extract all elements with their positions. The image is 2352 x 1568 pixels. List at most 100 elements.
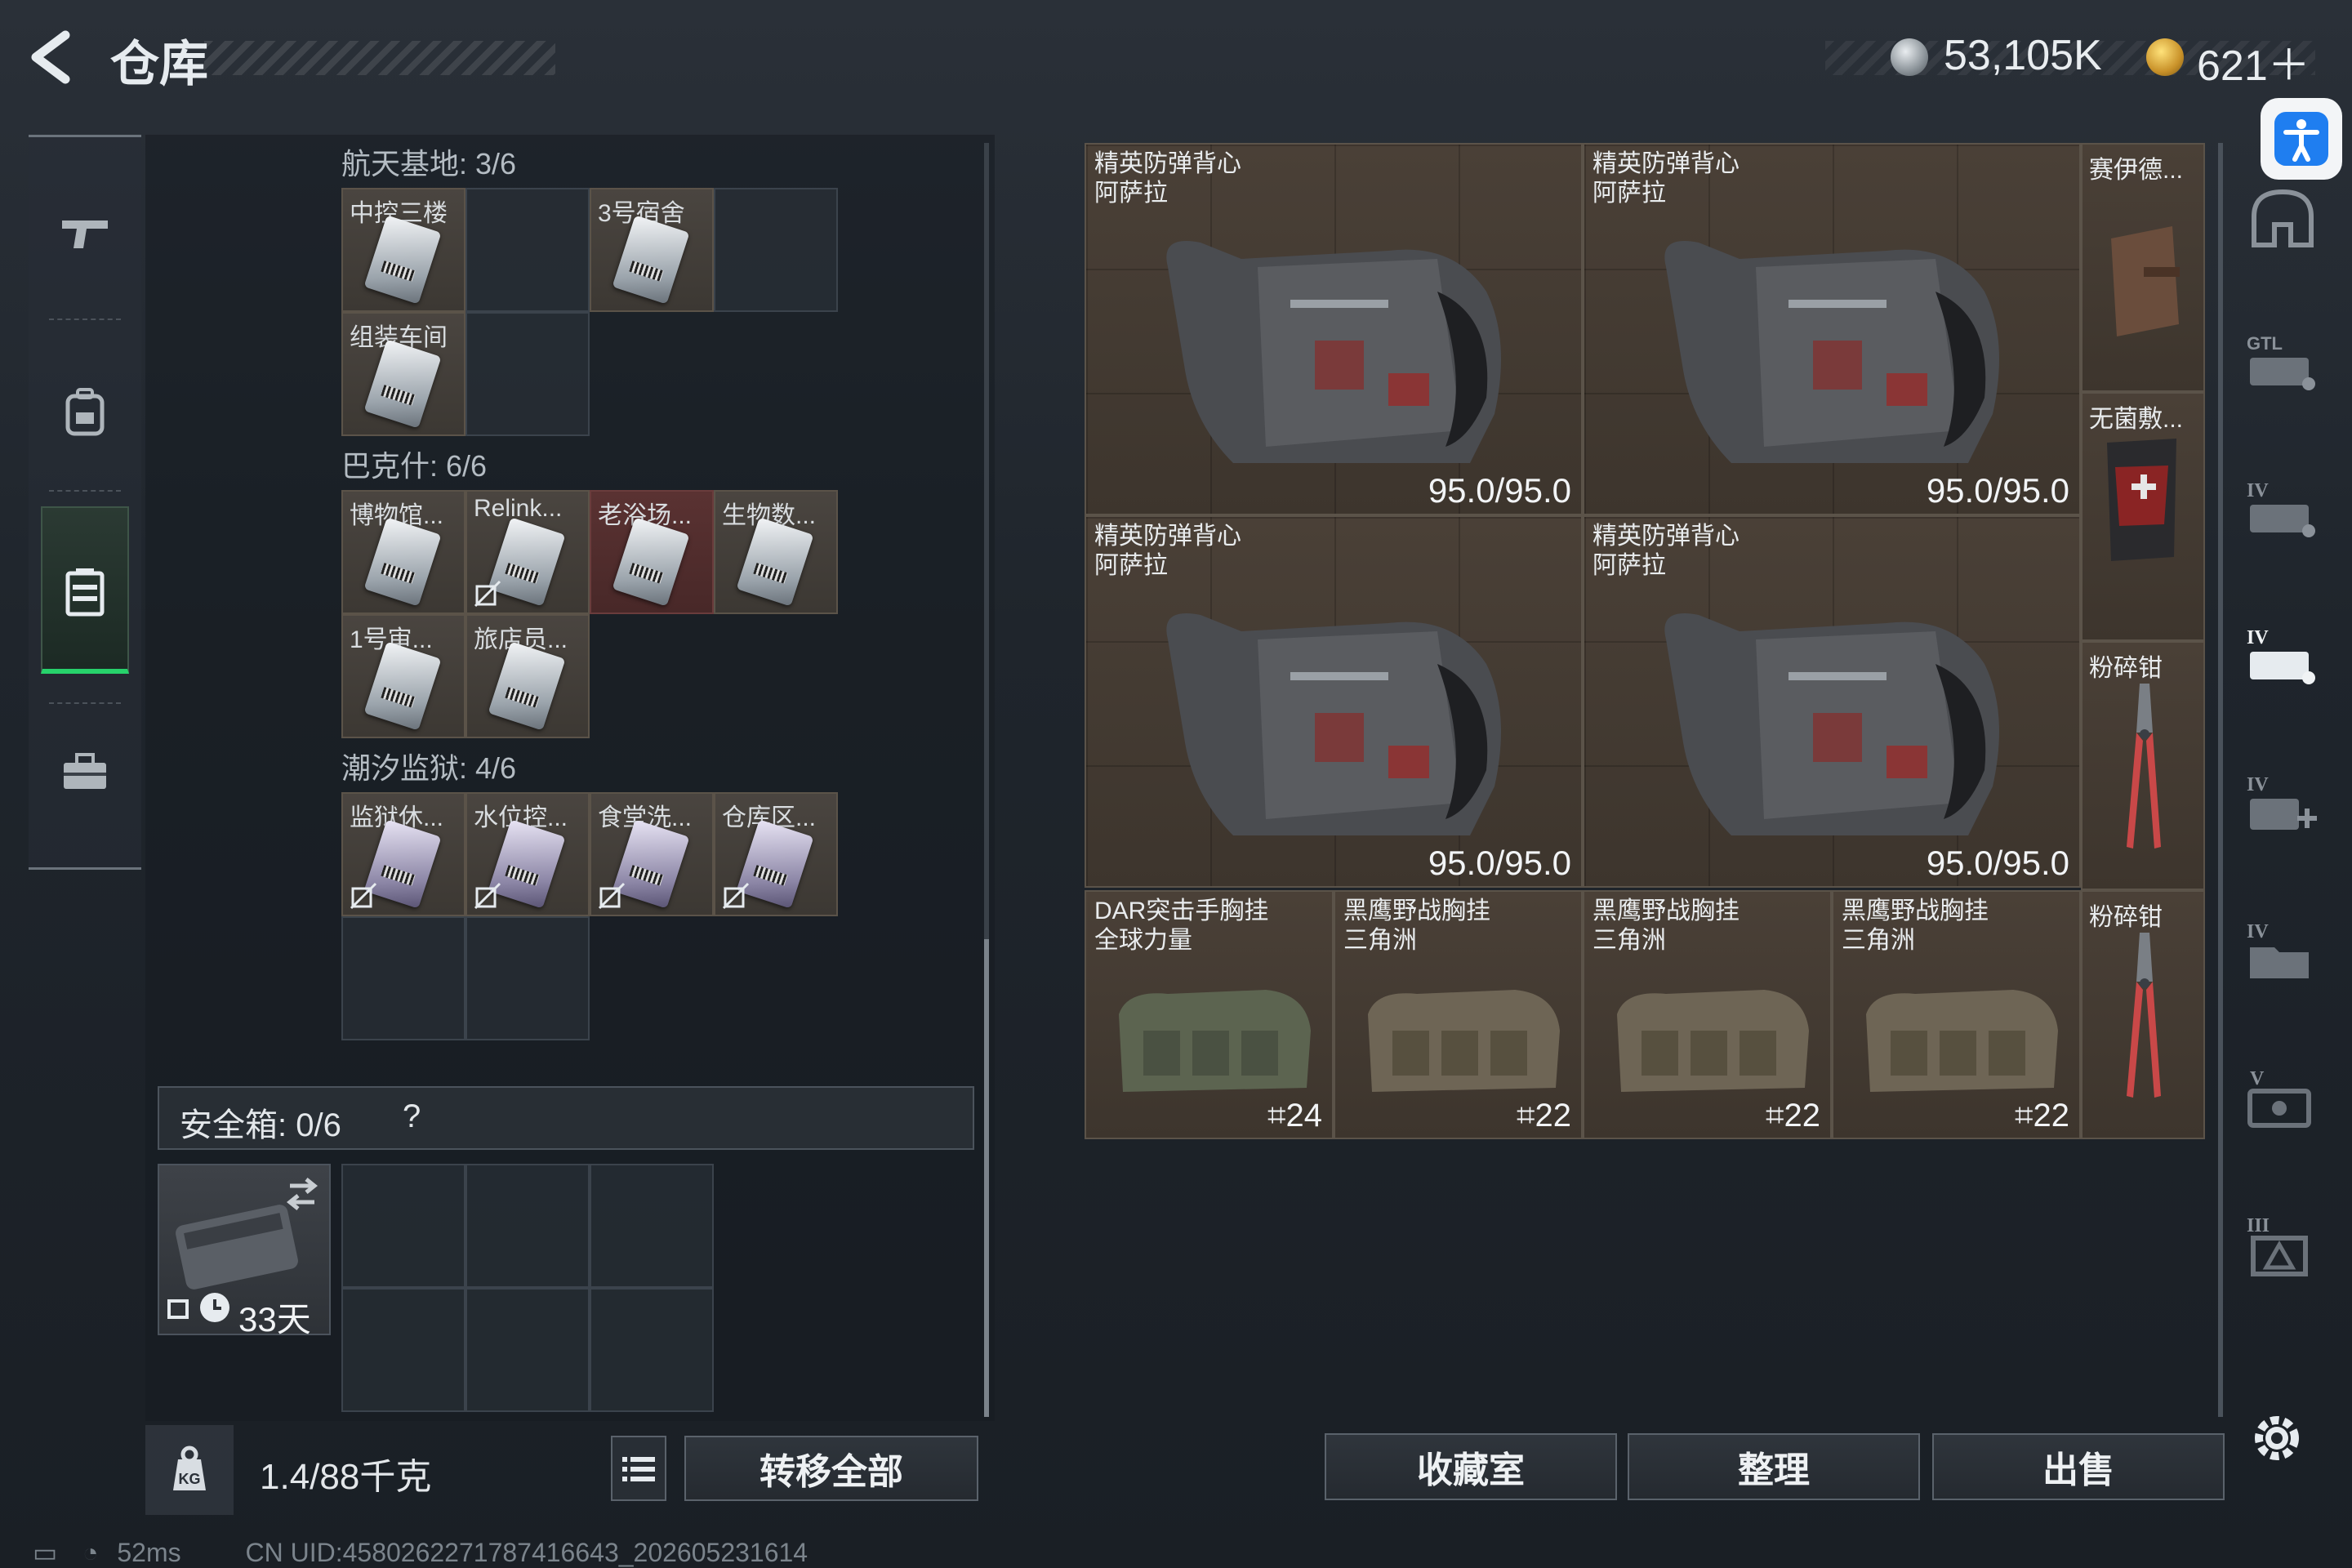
item-chest-rig[interactable]: 黑鹰野战胸挂 三角洲 ⌗22 — [1334, 890, 1583, 1139]
item-origin: 三角洲 — [1592, 927, 1666, 954]
sterile-dressing-icon — [2107, 439, 2176, 561]
grid-capacity-icon: ⌗ — [1267, 1098, 1286, 1134]
wifi-icon: ◔ — [82, 1538, 99, 1567]
safe-slot[interactable] — [590, 1164, 714, 1288]
category-tab-gtl[interactable]: GTL — [2242, 327, 2323, 400]
gear-icon[interactable] — [2247, 1409, 2306, 1468]
item-small[interactable]: 粉碎钳 — [2081, 641, 2205, 890]
page-title: 仓库 — [110, 37, 208, 91]
currency-gold-amount[interactable]: 621＋ — [2197, 31, 2310, 92]
nav-item-toolbox[interactable] — [41, 694, 129, 849]
weight-indicator: KG — [145, 1425, 234, 1515]
item-vest[interactable]: 精英防弹背心 阿萨拉 95.0/95.0 — [1085, 515, 1583, 888]
item-chest-rig[interactable]: DAR突击手胸挂 全球力量 ⌗24 — [1085, 890, 1334, 1139]
svg-text:V: V — [2250, 1068, 2265, 1089]
list-view-button[interactable] — [611, 1436, 666, 1501]
item-durability: 95.0/95.0 — [1926, 471, 2069, 510]
sell-button[interactable]: 出售 — [1932, 1433, 2225, 1500]
category-tab-v[interactable]: V — [2242, 1062, 2323, 1135]
battery-icon: ▭ — [33, 1538, 58, 1567]
armor-vest-icon — [1664, 613, 1999, 835]
nav-item-weapons[interactable] — [41, 155, 129, 310]
nav-item-backpack[interactable] — [41, 335, 129, 490]
safe-slot[interactable] — [466, 1288, 590, 1412]
category-tab-iv[interactable]: IV — [2242, 474, 2323, 547]
keycard-slot[interactable]: 1号审... — [341, 614, 466, 738]
collection-room-button[interactable]: 收藏室 — [1325, 1433, 1617, 1500]
item-name: 黑鹰野战胸挂 — [1842, 898, 1989, 924]
nav-item-storage[interactable] — [41, 514, 129, 670]
iv-case-active-icon: IV — [2247, 627, 2315, 684]
left-scrollbar-thumb[interactable] — [984, 939, 989, 1417]
keycard-slot[interactable] — [466, 312, 590, 436]
silver-coin-icon — [1891, 38, 1928, 76]
sort-button[interactable]: 整理 — [1628, 1433, 1920, 1500]
transfer-all-button[interactable]: 转移全部 — [684, 1436, 978, 1501]
category-tab-iv-active[interactable]: IV — [2242, 621, 2323, 694]
keycard-slot[interactable]: 生物数... — [714, 490, 838, 614]
svg-text:IV: IV — [2247, 480, 2269, 501]
keycard-slot[interactable] — [466, 916, 590, 1040]
item-name: 精英防弹背心 — [1592, 150, 1740, 177]
keycard-slot[interactable]: 食堂洗... — [590, 792, 714, 916]
keycard-slot[interactable]: 仓库区... — [714, 792, 838, 916]
nav-separator — [49, 318, 121, 322]
right-scrollbar[interactable] — [2218, 143, 2223, 1417]
keycard-slot[interactable]: 老浴场... — [590, 490, 714, 614]
item-chest-rig[interactable]: 黑鹰野战胸挂 三角洲 ⌗22 — [1832, 890, 2081, 1139]
keycard-slot[interactable]: 旅店员... — [466, 614, 590, 738]
item-chest-rig[interactable]: 黑鹰野战胸挂 三角洲 ⌗22 — [1583, 890, 1832, 1139]
item-capacity: 22 — [1784, 1098, 1821, 1134]
keycard-slot[interactable]: 3号宿舍 — [590, 188, 714, 312]
currency-silver-amount[interactable]: 53,105K — [1944, 31, 2102, 80]
armor-vest-icon — [1166, 241, 1501, 463]
item-small[interactable]: 粉碎钳 — [2081, 890, 2205, 1139]
helmet-icon — [2252, 189, 2314, 247]
item-small[interactable]: 无菌敷... — [2081, 392, 2205, 641]
chest-rig-icon — [1368, 990, 1560, 1092]
category-tab-helmet[interactable] — [2242, 184, 2323, 257]
accessibility-button[interactable] — [2261, 98, 2342, 180]
gtl-case-icon: GTL — [2247, 333, 2315, 390]
category-tab-iv-folder[interactable]: IV — [2242, 915, 2323, 988]
keycard-slot[interactable]: 博物馆... — [341, 490, 466, 614]
crusher-pliers-icon — [2127, 933, 2161, 1098]
safe-slot[interactable] — [341, 1288, 466, 1412]
back-arrow-icon[interactable] — [24, 29, 82, 86]
item-name: 黑鹰野战胸挂 — [1343, 898, 1490, 924]
keycard-slot[interactable] — [466, 188, 590, 312]
list-icon — [622, 1457, 655, 1481]
safe-box-help-button[interactable]: ? — [403, 1098, 421, 1135]
category-tab-iv-plus[interactable]: IV — [2242, 768, 2323, 841]
item-durability: 95.0/95.0 — [1428, 844, 1571, 882]
item-vest[interactable]: 精英防弹背心 阿萨拉 95.0/95.0 — [1583, 515, 2081, 888]
safe-slot[interactable] — [341, 1164, 466, 1288]
keycard-slot[interactable] — [714, 188, 838, 312]
keycard-slot[interactable]: 监狱休... — [341, 792, 466, 916]
ping-text: 52ms — [117, 1538, 181, 1567]
crusher-pliers-icon — [2127, 684, 2161, 849]
item-durability: 95.0/95.0 — [1428, 471, 1571, 510]
item-durability: 95.0/95.0 — [1926, 844, 2069, 882]
item-vest[interactable]: 精英防弹背心 阿萨拉 95.0/95.0 — [1583, 143, 2081, 515]
keycard-slot[interactable]: 中控三楼 — [341, 188, 466, 312]
item-origin: 阿萨拉 — [1094, 180, 1168, 207]
item-small[interactable]: 赛伊德... — [2081, 143, 2205, 392]
keycard-slot[interactable]: 水位控... — [466, 792, 590, 916]
category-tab-iii[interactable]: III — [2242, 1209, 2323, 1282]
keycard-slot[interactable] — [341, 916, 466, 1040]
gold-coin-icon — [2146, 38, 2184, 76]
safe-slot[interactable] — [590, 1288, 714, 1412]
item-name: 精英防弹背心 — [1592, 523, 1740, 550]
nav-bottom-line — [29, 867, 141, 870]
item-name: 精英防弹背心 — [1094, 523, 1241, 550]
safe-slot[interactable] — [466, 1164, 590, 1288]
nav-separator — [49, 490, 121, 493]
item-vest[interactable]: 精英防弹背心 阿萨拉 95.0/95.0 — [1085, 143, 1583, 515]
keycard-slot[interactable]: 组装车间 — [341, 312, 466, 436]
safe-box-label: 安全箱: 0/6 — [180, 1107, 341, 1143]
item-capacity: 24 — [1285, 1098, 1323, 1134]
uid-text: CN UID:4580262271787416643_202605231614 — [245, 1538, 808, 1567]
keycard-slot[interactable]: Relink... — [466, 490, 590, 614]
armor-vest-icon — [1664, 241, 1999, 463]
